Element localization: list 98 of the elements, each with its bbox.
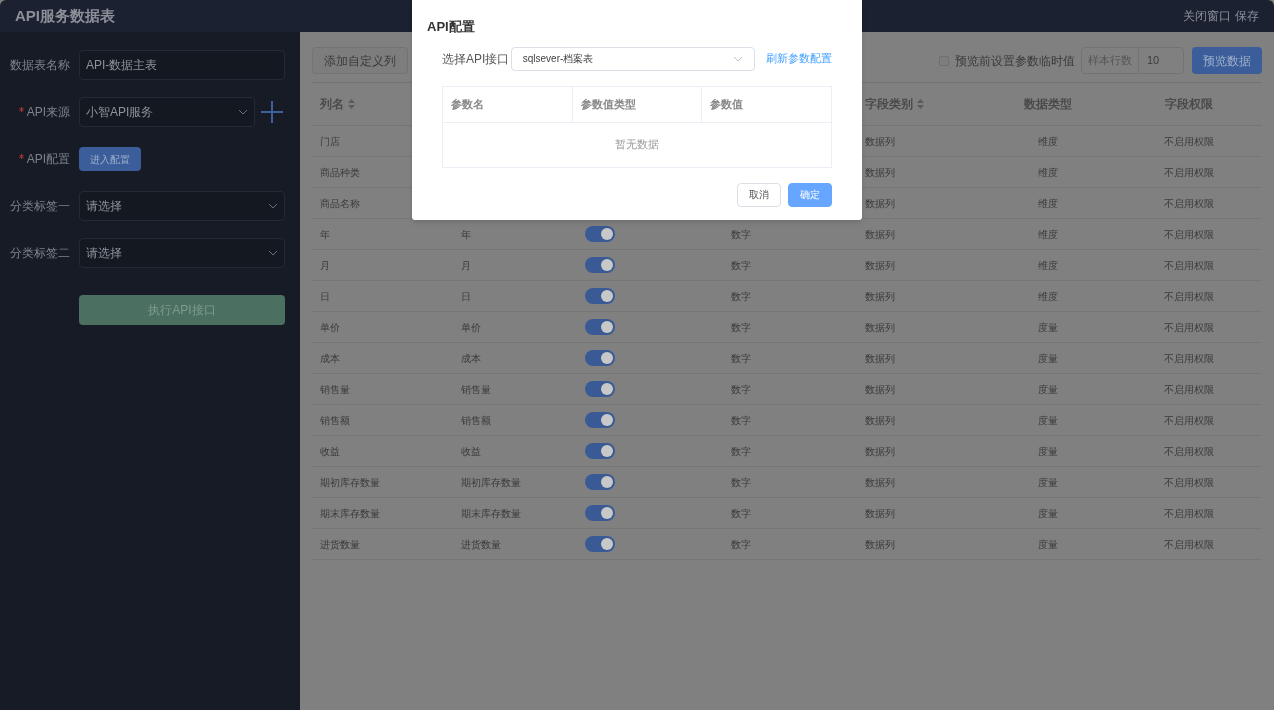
table-cell: 数据列 — [865, 135, 895, 147]
toggle-switch[interactable] — [585, 319, 615, 335]
table-cell: 数据列 — [865, 383, 895, 395]
table-cell: 数字 — [731, 352, 751, 364]
toggle-switch[interactable] — [585, 412, 615, 428]
table-cell: 成本 — [320, 352, 340, 364]
chevron-down-icon — [733, 55, 743, 62]
table-cell: 销售量 — [461, 383, 491, 395]
toggle-switch[interactable] — [585, 350, 615, 366]
table-cell: 数字 — [731, 445, 751, 457]
table-cell-text: 度量 — [1038, 537, 1058, 552]
table-cell: 数据列 — [865, 166, 895, 178]
table-cell: 门店 — [320, 135, 340, 147]
column-header: 参数名 — [451, 96, 484, 112]
preview-data-button[interactable]: 预览数据 — [1192, 47, 1262, 74]
table-cell: 进货数量 — [461, 538, 501, 550]
table-cell: 数字 — [731, 321, 751, 333]
title-bar-link[interactable]: 保存 — [1235, 7, 1259, 25]
table-cell-text: 维度 — [1038, 196, 1058, 211]
sample-rows-value: 10 — [1146, 53, 1161, 69]
table-cell: 月 — [461, 259, 471, 271]
table-cell: 收益 — [320, 445, 340, 457]
required-asterisk-icon — [18, 154, 24, 160]
table-cell: 数字 — [731, 383, 751, 395]
table-cell: 数字 — [731, 476, 751, 488]
table-cell-text: 维度 — [1038, 227, 1058, 242]
table-cell: 数据列 — [865, 321, 895, 333]
table-cell: 数字 — [731, 414, 751, 426]
field-label: API来源 — [18, 103, 70, 121]
table-cell: 数据列 — [865, 259, 895, 271]
add-icon[interactable] — [261, 101, 283, 123]
required-asterisk-icon — [18, 107, 24, 113]
chevron-down-icon — [268, 250, 278, 256]
table-cell-text: 度量 — [1038, 444, 1058, 459]
column-header: 参数值 — [710, 96, 744, 112]
dialog-title: API配置 — [427, 18, 476, 36]
table-cell: 数据列 — [865, 507, 895, 519]
table-cell: 数据列 — [865, 476, 895, 488]
table-cell: 月 — [320, 259, 330, 271]
table-cell: 年 — [461, 228, 471, 240]
add-column-button[interactable]: 添加自定义列 — [312, 47, 408, 74]
select-field[interactable]: 小智API服务 — [79, 97, 255, 127]
select-field[interactable]: 请选择 — [79, 238, 285, 268]
table-cell: 销售额 — [461, 414, 491, 426]
table-cell: 年 — [320, 228, 330, 240]
table-cell-text: 度量 — [1038, 413, 1058, 428]
api-select-field[interactable]: sqlsever-档案表 — [510, 46, 755, 71]
select-label: 选择API接口 — [442, 50, 511, 68]
table-cell: 收益 — [461, 445, 481, 457]
toggle-switch[interactable] — [585, 288, 615, 304]
refresh-config-link[interactable]: 刷新参数配置 — [766, 50, 832, 67]
table-cell-text: 度量 — [1038, 506, 1058, 521]
field-label: 分类标签二 — [10, 245, 70, 262]
table-cell: 数字 — [731, 290, 751, 302]
table-cell: 数据列 — [865, 197, 895, 209]
table-cell-text: 维度 — [1038, 258, 1058, 273]
table-cell: 数字 — [731, 259, 751, 271]
table-cell: 数据列 — [865, 414, 895, 426]
title-bar-link[interactable]: 关闭窗口 — [1183, 7, 1231, 25]
toggle-switch[interactable] — [585, 257, 615, 273]
column-header: 参数值类型 — [580, 96, 636, 112]
toggle-switch[interactable] — [585, 536, 615, 552]
table-cell-text: 度量 — [1038, 351, 1058, 366]
window-title: API服务数据表 — [15, 5, 115, 26]
toggle-switch[interactable] — [585, 381, 615, 397]
table-cell-text: 维度 — [1038, 289, 1058, 304]
table-cell: 销售额 — [320, 414, 350, 426]
table-cell-text: 维度 — [1038, 165, 1058, 180]
table-cell-text: 度量 — [1038, 475, 1058, 490]
chevron-down-icon — [238, 109, 248, 115]
checkbox-label: 预览前设置参数临时值 — [955, 52, 1075, 70]
field-label: API配置 — [18, 150, 70, 168]
field-label: 数据表名称 — [10, 57, 70, 74]
table-cell: 数据列 — [865, 228, 895, 240]
toggle-switch[interactable] — [585, 226, 615, 242]
select-field[interactable]: 请选择 — [79, 191, 285, 221]
table-cell: 数据列 — [865, 445, 895, 457]
table-cell: 成本 — [461, 352, 481, 364]
table-cell: 数字 — [731, 228, 751, 240]
name-input-field[interactable]: API-数据主表 — [79, 50, 285, 80]
table-cell-text: 度量 — [1038, 320, 1058, 335]
table-cell: 进货数量 — [320, 538, 360, 550]
table-cell: 数据列 — [865, 290, 895, 302]
toggle-switch[interactable] — [585, 443, 615, 459]
toggle-switch[interactable] — [585, 474, 615, 490]
chevron-down-icon — [268, 203, 278, 209]
table-cell: 销售量 — [320, 383, 350, 395]
toggle-switch[interactable] — [585, 505, 615, 521]
field-label: 分类标签一 — [10, 198, 70, 215]
table-cell: 数字 — [731, 507, 751, 519]
enter-config-button[interactable]: 进入配置 — [79, 147, 141, 171]
table-cell-text: 度量 — [1038, 382, 1058, 397]
table-cell: 数据列 — [865, 352, 895, 364]
table-cell: 数字 — [731, 538, 751, 550]
empty-message: 暂无数据 — [615, 137, 659, 153]
cancel-button[interactable]: 取消 — [737, 182, 781, 207]
table-cell: 数据列 — [865, 538, 895, 550]
table-cell-text: 维度 — [1038, 134, 1058, 149]
